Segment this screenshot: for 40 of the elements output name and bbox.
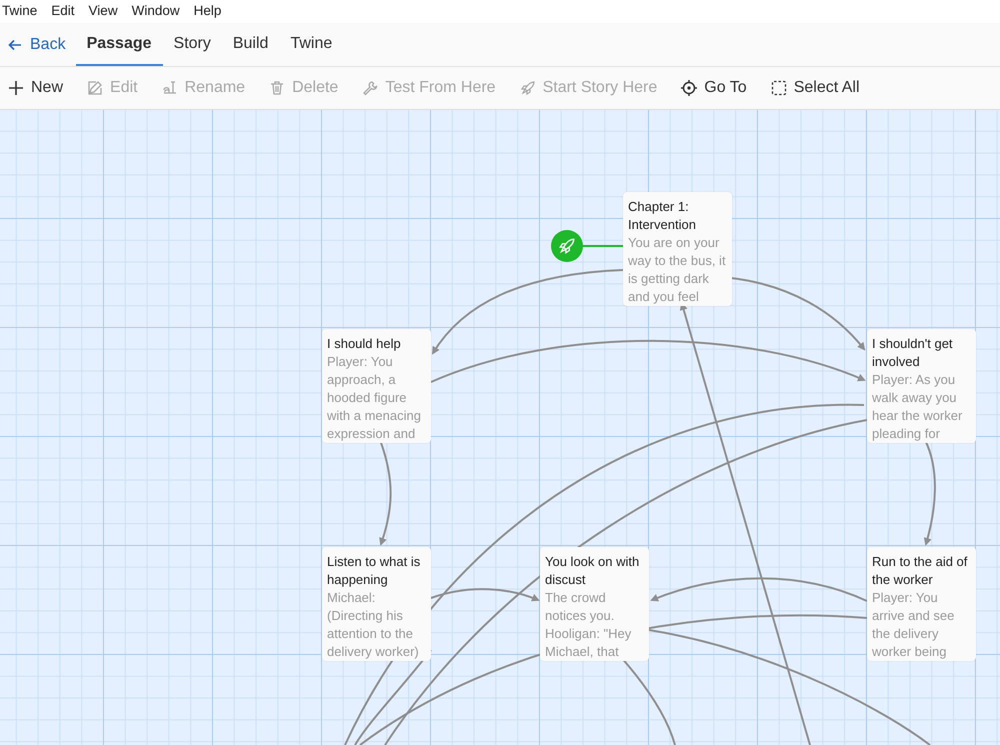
toolbar-button[interactable]: Go To xyxy=(681,76,747,100)
selection-icon xyxy=(770,80,787,96)
rocket-icon xyxy=(558,237,576,255)
passage-excerpt: Michael: (Directing his attention to the delivery worker) xyxy=(327,589,420,661)
passage-title: Chapter 1: Intervention xyxy=(628,198,697,234)
menu-item[interactable]: Help xyxy=(194,1,222,22)
passage-card[interactable]: You look on with discust The crowd notices you. Hooligan: "Hey Michael, that xyxy=(540,547,649,661)
passage-excerpt: The crowd notices you. Hooligan: "Hey Michael, that xyxy=(545,589,632,661)
passage-excerpt: Player: You arrive and see the delivery worker being xyxy=(872,589,956,661)
toolbar-button[interactable]: New xyxy=(8,76,64,100)
passage-card[interactable]: I should help Player: You approach, a hooded figure with a menacing expression and xyxy=(322,329,431,443)
passage-card[interactable]: Listen to what is happening Michael: (Directing his attention to the delivery worker) xyxy=(322,547,431,661)
passage-title: Run to the aid of the worker xyxy=(872,553,968,589)
pencil-icon xyxy=(87,80,104,96)
wrench-icon xyxy=(362,80,378,96)
passage-title: I should help xyxy=(327,335,402,353)
tab[interactable]: Twine xyxy=(279,23,344,66)
tab[interactable]: Build xyxy=(222,23,280,66)
menu-item[interactable]: Window xyxy=(132,1,180,22)
passage-card[interactable]: I shouldn't get involved Player: As you walk away you hear the worker pleading for xyxy=(867,329,976,443)
crosshair-icon xyxy=(681,80,698,96)
toolbar-button[interactable]: Select All xyxy=(770,76,860,100)
passage-title: I shouldn't get involved xyxy=(872,335,954,371)
passage-excerpt: Player: You approach, a hooded figure with a menacing expression and xyxy=(327,353,422,443)
passage-title: You look on with discust xyxy=(545,553,640,589)
menu-item[interactable]: Twine xyxy=(2,1,38,22)
passage-title: Listen to what is happening xyxy=(327,553,422,589)
plus-icon xyxy=(8,80,24,96)
passage-card[interactable]: Run to the aid of the worker Player: You arrive and see the delivery worker being xyxy=(867,547,976,661)
menu-item[interactable]: View xyxy=(88,1,118,22)
rename-icon xyxy=(162,80,178,96)
tab[interactable]: Story xyxy=(162,23,222,66)
menu-item[interactable]: Edit xyxy=(51,1,75,22)
back-button[interactable]: Back xyxy=(8,23,76,66)
passage-excerpt: Player: As you walk away you hear the worker pleading for xyxy=(872,371,964,443)
rocket-icon xyxy=(520,80,536,96)
back-arrow-icon xyxy=(8,38,22,50)
passage-card[interactable]: Chapter 1: Intervention You are on your way to the bus, it is getting dark and you feel xyxy=(623,192,732,306)
trash-icon xyxy=(269,80,286,96)
passage-excerpt: You are on your way to the bus, it is getting dark and you feel xyxy=(628,234,727,306)
